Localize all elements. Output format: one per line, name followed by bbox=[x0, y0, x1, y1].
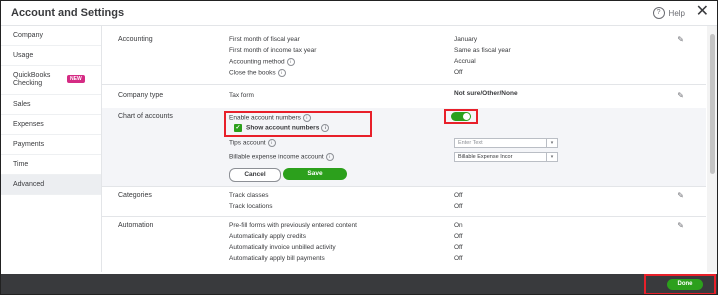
checkbox-checked-icon: ✓ bbox=[234, 124, 242, 132]
sidebar-item-usage[interactable]: Usage bbox=[1, 46, 101, 66]
enable-account-numbers-toggle[interactable] bbox=[451, 112, 471, 121]
setting-label: Automatically apply credits bbox=[229, 233, 306, 240]
setting-label-with-info: Close the books i bbox=[229, 69, 286, 77]
sidebar-item-label: Sales bbox=[13, 101, 31, 108]
section-automation[interactable]: Automation Pre-fill forms with previousl… bbox=[102, 216, 706, 272]
settings-dialog: Account and Settings ? Help ✕ Company Us… bbox=[0, 0, 718, 295]
edit-pencil-icon[interactable]: ✎ bbox=[677, 191, 684, 200]
sidebar-item-quickbooks-checking[interactable]: QuickBooks Checking NEW bbox=[1, 66, 101, 95]
setting-label: First month of fiscal year bbox=[229, 36, 300, 43]
setting-value: Off bbox=[454, 203, 463, 210]
section-chart-of-accounts: Chart of accounts Enable account numbers… bbox=[102, 108, 706, 187]
setting-value: January bbox=[454, 36, 478, 43]
checkbox-label: Show account numbers bbox=[246, 124, 320, 132]
setting-value: Accrual bbox=[454, 58, 476, 65]
chevron-down-icon[interactable]: ▾ bbox=[546, 153, 557, 161]
info-icon[interactable]: i bbox=[325, 153, 334, 161]
billable-account-select[interactable]: Billable Expense Incor ▾ bbox=[454, 152, 558, 162]
info-icon[interactable]: i bbox=[321, 124, 330, 132]
setting-label: Pre-fill forms with previously entered c… bbox=[229, 222, 357, 229]
content-scrollbar[interactable] bbox=[707, 26, 717, 272]
help-link[interactable]: ? Help bbox=[652, 7, 685, 19]
section-categories[interactable]: Categories Track classes Off Track locat… bbox=[102, 186, 706, 217]
sidebar-item-payments[interactable]: Payments bbox=[1, 135, 101, 155]
section-title: Company type bbox=[118, 92, 164, 99]
tips-account-placeholder: Enter Text bbox=[458, 140, 483, 146]
settings-content: Accounting First month of fiscal year Ja… bbox=[102, 26, 706, 272]
settings-sidebar: Company Usage QuickBooks Checking NEW Sa… bbox=[1, 26, 102, 272]
dialog-title: Account and Settings bbox=[11, 7, 125, 19]
setting-value: Same as fiscal year bbox=[454, 47, 511, 54]
sidebar-item-label: Usage bbox=[13, 52, 34, 59]
cancel-button[interactable]: Cancel bbox=[229, 168, 281, 182]
section-title: Chart of accounts bbox=[118, 113, 173, 120]
setting-label: Billable expense income account bbox=[229, 153, 324, 161]
info-icon[interactable]: i bbox=[286, 58, 295, 66]
tips-account-input[interactable]: Enter Text ▾ bbox=[454, 138, 558, 148]
new-badge: NEW bbox=[67, 75, 85, 83]
toggle-knob bbox=[463, 113, 470, 120]
setting-label: Track locations bbox=[229, 203, 273, 210]
setting-label: Close the books bbox=[229, 69, 276, 77]
dialog-header: Account and Settings ? Help ✕ bbox=[1, 1, 717, 26]
sidebar-item-label: Expenses bbox=[13, 121, 44, 128]
setting-label: Enable account numbers bbox=[229, 114, 301, 122]
sidebar-item-label: Advanced bbox=[13, 181, 45, 188]
setting-label: Tax form bbox=[229, 92, 254, 99]
show-account-numbers-checkbox[interactable]: ✓ Show account numbers i bbox=[234, 124, 330, 132]
sidebar-item-label: Time bbox=[13, 161, 29, 168]
chevron-down-icon[interactable]: ▾ bbox=[546, 139, 557, 147]
edit-pencil-icon[interactable]: ✎ bbox=[677, 221, 684, 230]
setting-value: Not sure/Other/None bbox=[454, 90, 518, 97]
help-label: Help bbox=[668, 8, 685, 18]
setting-label: Automatically invoice unbilled activity bbox=[229, 244, 336, 251]
sidebar-item-label: Company bbox=[13, 32, 43, 39]
setting-label: Track classes bbox=[229, 192, 269, 199]
billable-account-value: Billable Expense Incor bbox=[458, 154, 513, 160]
setting-label: Automatically apply bill payments bbox=[229, 255, 325, 262]
setting-value: Off bbox=[454, 233, 463, 240]
setting-label: First month of income tax year bbox=[229, 47, 317, 54]
sidebar-item-sales[interactable]: Sales bbox=[1, 95, 101, 115]
sidebar-item-advanced[interactable]: Advanced bbox=[1, 175, 101, 195]
section-title: Automation bbox=[118, 222, 154, 229]
setting-label-with-info: Accounting method i bbox=[229, 58, 295, 66]
info-icon[interactable]: i bbox=[302, 114, 311, 122]
edit-pencil-icon[interactable]: ✎ bbox=[677, 91, 684, 100]
setting-value: Off bbox=[454, 255, 463, 262]
scrollbar-thumb[interactable] bbox=[710, 34, 715, 174]
enable-account-numbers-label: Enable account numbers i bbox=[229, 114, 311, 122]
section-company-type[interactable]: Company type Tax form Not sure/Other/Non… bbox=[102, 84, 706, 109]
setting-value: Off bbox=[454, 192, 463, 199]
tips-account-label: Tips account i bbox=[229, 139, 276, 147]
sidebar-item-label: QuickBooks Checking bbox=[13, 72, 51, 87]
setting-value: Off bbox=[454, 244, 463, 251]
billable-account-label: Billable expense income account i bbox=[229, 153, 334, 161]
save-button[interactable]: Save bbox=[283, 168, 347, 180]
setting-label: Accounting method bbox=[229, 58, 285, 66]
sidebar-item-company[interactable]: Company bbox=[1, 26, 101, 46]
setting-value: Off bbox=[454, 69, 463, 76]
section-title: Categories bbox=[118, 192, 152, 199]
sidebar-item-expenses[interactable]: Expenses bbox=[1, 115, 101, 135]
sidebar-item-time[interactable]: Time bbox=[1, 155, 101, 175]
setting-value: On bbox=[454, 222, 463, 229]
info-icon[interactable]: i bbox=[277, 69, 286, 77]
info-icon[interactable]: i bbox=[267, 139, 276, 147]
done-button[interactable]: Done bbox=[667, 279, 703, 290]
dialog-footer: Done bbox=[1, 274, 717, 294]
sidebar-item-label: Payments bbox=[13, 141, 45, 148]
section-title: Accounting bbox=[118, 36, 153, 43]
edit-pencil-icon[interactable]: ✎ bbox=[677, 35, 684, 44]
help-icon: ? bbox=[652, 7, 665, 19]
close-icon[interactable]: ✕ bbox=[696, 3, 709, 21]
setting-label: Tips account bbox=[229, 139, 266, 147]
section-accounting[interactable]: Accounting First month of fiscal year Ja… bbox=[102, 26, 706, 85]
